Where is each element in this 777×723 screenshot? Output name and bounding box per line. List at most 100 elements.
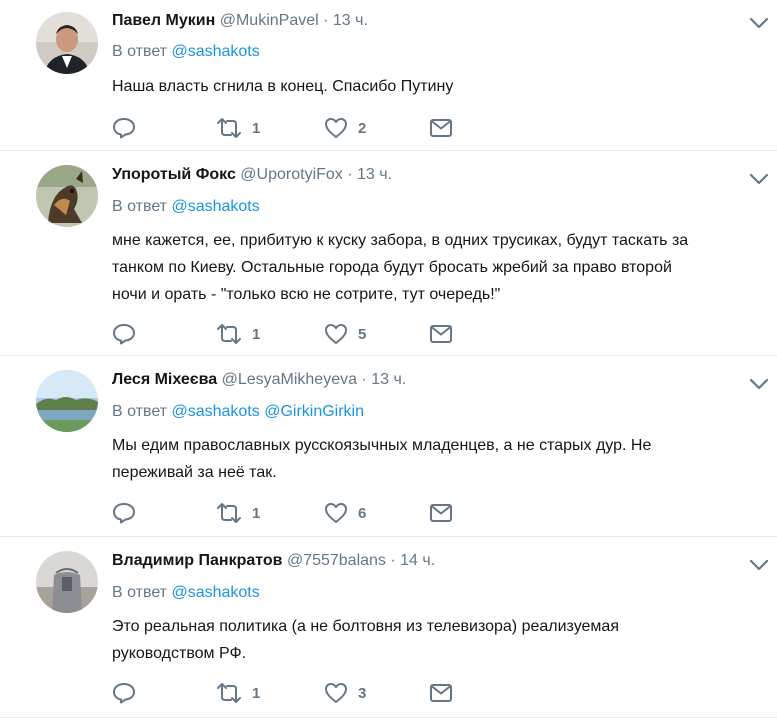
retweet-button[interactable]: 1: [216, 116, 260, 140]
tweet-text-line: танком по Киеву. Остальные города будут …: [112, 259, 672, 276]
reply-icon: [113, 324, 135, 345]
envelope-icon: [430, 684, 452, 702]
reply-context: В ответ @sashakots: [112, 584, 260, 602]
chevron-down-icon[interactable]: [749, 378, 769, 390]
author-handle[interactable]: @LesyaMikheyeva: [222, 371, 357, 388]
mention-link[interactable]: @sashakots: [171, 43, 259, 60]
avatar[interactable]: [36, 165, 98, 227]
tweet-text: Это реальная политика (а не болтовня из …: [112, 613, 762, 667]
tweet-actions: 1 6: [112, 501, 472, 525]
chevron-down-icon[interactable]: [749, 173, 769, 185]
timestamp[interactable]: 13 ч.: [357, 166, 392, 183]
retweet-count: 1: [252, 325, 261, 343]
like-button[interactable]: 5: [324, 322, 366, 346]
separator: ·: [347, 166, 353, 183]
tweet-text-line: Наша власть сгнила в конец. Спасибо Пути…: [112, 78, 454, 95]
tweet-text-line: Мы едим православных русскоязычных младе…: [112, 437, 652, 454]
tweet[interactable]: Владимир Панкратов @7557balans · 14 ч. В…: [0, 537, 777, 717]
author-handle[interactable]: @UporotyiFox: [240, 166, 343, 183]
author-name[interactable]: Владимир Панкратов: [112, 552, 282, 569]
retweet-icon: [217, 324, 241, 344]
reply-prefix: В ответ: [112, 403, 168, 420]
tweet-actions: 1 5: [112, 322, 472, 346]
tweet-header: Владимир Панкратов @7557balans · 14 ч.: [112, 552, 435, 570]
reply-prefix: В ответ: [112, 584, 168, 601]
reply-icon: [113, 683, 135, 704]
retweet-count: 1: [252, 119, 261, 137]
envelope-icon: [430, 119, 452, 137]
separator: ·: [361, 371, 367, 388]
retweet-icon: [217, 503, 241, 523]
retweet-count: 1: [252, 684, 261, 702]
heart-icon: [325, 683, 347, 703]
like-count: 5: [358, 325, 367, 343]
mention-link[interactable]: @GirkinGirkin: [264, 403, 364, 420]
author-handle[interactable]: @MukinPavel: [220, 12, 319, 29]
divider: [0, 717, 777, 718]
direct-message-button[interactable]: [430, 116, 452, 140]
separator: ·: [390, 552, 396, 569]
reply-button[interactable]: [112, 322, 136, 346]
tweet-text: мне кажется, ее, прибитую к куску забора…: [112, 227, 762, 308]
envelope-icon: [430, 325, 452, 343]
reply-context: В ответ @sashakots: [112, 43, 260, 61]
reply-context: В ответ @sashakots: [112, 198, 260, 216]
like-button[interactable]: 2: [324, 116, 366, 140]
direct-message-button[interactable]: [430, 322, 452, 346]
avatar[interactable]: [36, 12, 98, 74]
heart-icon: [325, 324, 347, 344]
tweet[interactable]: Упоротый Фокс @UporotyiFox · 13 ч. В отв…: [0, 151, 777, 355]
author-name[interactable]: Упоротый Фокс: [112, 166, 236, 183]
reply-icon: [113, 118, 135, 139]
separator: ·: [323, 12, 329, 29]
direct-message-button[interactable]: [430, 501, 452, 525]
reply-button[interactable]: [112, 501, 136, 525]
mention-link[interactable]: @sashakots: [171, 198, 259, 215]
tweet-text-line: Это реальная политика (а не болтовня из …: [112, 618, 619, 635]
chevron-down-icon[interactable]: [749, 559, 769, 571]
like-button[interactable]: 3: [324, 681, 366, 705]
reply-context: В ответ @sashakots @GirkinGirkin: [112, 403, 364, 421]
timestamp[interactable]: 13 ч.: [371, 371, 406, 388]
author-name[interactable]: Павел Мукин: [112, 12, 215, 29]
tweet-header: Упоротый Фокс @UporotyiFox · 13 ч.: [112, 166, 392, 184]
tweet-text-line: переживай за неё так.: [112, 464, 277, 481]
direct-message-button[interactable]: [430, 681, 452, 705]
chevron-down-icon[interactable]: [749, 17, 769, 29]
avatar[interactable]: [36, 370, 98, 432]
like-count: 3: [358, 684, 367, 702]
tweet-header: Леся Міхеєва @LesyaMikheyeva · 13 ч.: [112, 371, 406, 389]
tweet[interactable]: Леся Міхеєва @LesyaMikheyeva · 13 ч. В о…: [0, 356, 777, 536]
heart-icon: [325, 503, 347, 523]
envelope-icon: [430, 504, 452, 522]
reply-prefix: В ответ: [112, 198, 168, 215]
like-button[interactable]: 6: [324, 501, 366, 525]
tweet-header: Павел Мукин @MukinPavel · 13 ч.: [112, 12, 368, 30]
mention-link[interactable]: @sashakots: [171, 403, 259, 420]
tweet-text-line: мне кажется, ее, прибитую к куску забора…: [112, 232, 689, 249]
timestamp[interactable]: 14 ч.: [400, 552, 435, 569]
avatar[interactable]: [36, 551, 98, 613]
tweet-text: Мы едим православных русскоязычных младе…: [112, 432, 762, 486]
reply-prefix: В ответ: [112, 43, 168, 60]
timestamp[interactable]: 13 ч.: [333, 12, 368, 29]
retweet-count: 1: [252, 504, 261, 522]
tweet-actions: 1 3: [112, 681, 472, 705]
retweet-button[interactable]: 1: [216, 681, 260, 705]
reply-button[interactable]: [112, 116, 136, 140]
like-count: 2: [358, 119, 367, 137]
tweet-text-line: руководством РФ.: [112, 645, 247, 662]
tweet-actions: 1 2: [112, 116, 472, 140]
retweet-button[interactable]: 1: [216, 322, 260, 346]
author-name[interactable]: Леся Міхеєва: [112, 371, 217, 388]
like-count: 6: [358, 504, 367, 522]
tweet-text-line: ночи и орать - "только всю не сотрите, т…: [112, 286, 501, 303]
reply-button[interactable]: [112, 681, 136, 705]
tweet-text: Наша власть сгнила в конец. Спасибо Пути…: [112, 73, 762, 100]
retweet-button[interactable]: 1: [216, 501, 260, 525]
author-handle[interactable]: @7557balans: [287, 552, 386, 569]
reply-icon: [113, 503, 135, 524]
tweet[interactable]: Павел Мукин @MukinPavel · 13 ч. В ответ …: [0, 0, 777, 150]
mention-link[interactable]: @sashakots: [171, 584, 259, 601]
retweet-icon: [217, 118, 241, 138]
